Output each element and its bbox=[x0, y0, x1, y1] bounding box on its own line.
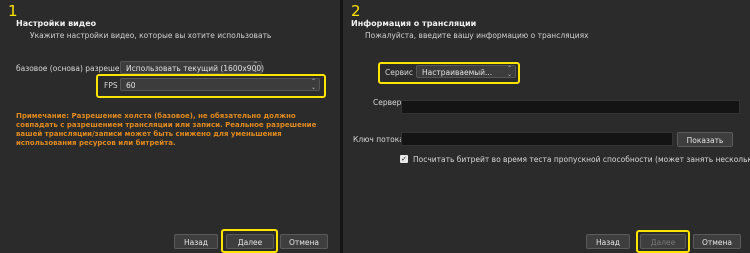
note-line: вашей трансляции/записи может быть сниже… bbox=[16, 130, 282, 138]
base-resolution-select[interactable]: Использовать текущий (1600x900) ⌃ ⌄ bbox=[120, 61, 265, 74]
note-line: Примечание: Разрешение холста (базовое),… bbox=[16, 112, 296, 120]
service-value: Настраиваемый... bbox=[422, 68, 493, 77]
cancel-button[interactable]: Отмена bbox=[693, 234, 741, 249]
stream-key-input[interactable] bbox=[401, 132, 673, 146]
page-title: Информация о трансляции bbox=[351, 19, 477, 28]
page-subtitle: Пожалуйста, введите вашу информацию о тр… bbox=[365, 31, 589, 40]
next-button[interactable]: Далее bbox=[226, 234, 274, 249]
spin-arrows-icon: ⌃ ⌄ bbox=[310, 78, 316, 91]
service-label: Сервис bbox=[385, 68, 414, 77]
note-line: использования ресурсов или битрейта. bbox=[16, 139, 176, 147]
bitrate-test-label: Посчитать битрейт во время теста пропуск… bbox=[413, 155, 750, 164]
spin-arrows-icon: ⌃ ⌄ bbox=[252, 61, 258, 74]
video-settings-panel: 1 Настройки видео Укажите настройки виде… bbox=[0, 0, 340, 253]
stream-key-label: Ключ потока bbox=[353, 135, 404, 144]
page-subtitle: Укажите настройки видео, которые вы хоти… bbox=[30, 31, 272, 40]
show-key-button[interactable]: Показать bbox=[677, 132, 733, 147]
fps-label: FPS bbox=[104, 81, 118, 90]
note-line: совпадать с разрешением трансляции или з… bbox=[16, 121, 317, 129]
server-input[interactable] bbox=[401, 100, 740, 114]
bitrate-test-checkbox[interactable]: ✓ bbox=[400, 155, 408, 163]
resolution-note: Примечание: Разрешение холста (базовое),… bbox=[16, 112, 316, 148]
service-select[interactable]: Настраиваемый... ⌃ ⌄ bbox=[416, 65, 516, 78]
fps-select[interactable]: 60 ⌃ ⌄ bbox=[120, 78, 320, 91]
step-number-1: 1 bbox=[8, 2, 18, 20]
cancel-button[interactable]: Отмена bbox=[280, 234, 328, 249]
next-button[interactable]: Далее bbox=[640, 234, 686, 249]
step-number-2: 2 bbox=[351, 2, 361, 20]
base-resolution-label: базовое (основа) разрешение bbox=[16, 64, 134, 73]
stream-info-panel: 2 Информация о трансляции Пожалуйста, вв… bbox=[343, 0, 750, 253]
server-label: Сервер bbox=[373, 98, 402, 107]
spin-arrows-icon: ⌃ ⌄ bbox=[506, 65, 512, 78]
back-button[interactable]: Назад bbox=[586, 234, 630, 249]
base-resolution-value: Использовать текущий (1600x900) bbox=[126, 64, 265, 73]
fps-value: 60 bbox=[126, 81, 136, 90]
page-title: Настройки видео bbox=[16, 19, 97, 28]
back-button[interactable]: Назад bbox=[174, 234, 218, 249]
